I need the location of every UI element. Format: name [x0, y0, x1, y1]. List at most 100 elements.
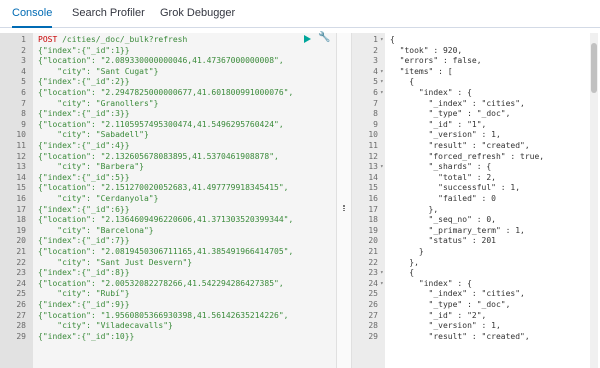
line-number: 8 [373, 109, 378, 119]
line-number: 27 [16, 310, 26, 320]
response-line: 26 "_type" : "_doc", [352, 300, 600, 310]
line-number: 16 [368, 194, 378, 203]
code-text: {"index":{"_id":8}} [38, 268, 130, 278]
code-text: {"index":{"_id":4}} [38, 141, 130, 150]
code-text: { [390, 35, 395, 44]
code-text: "items" : [ [390, 66, 453, 76]
response-line: 21 } [352, 247, 600, 257]
code-text: {"index":{"_id":6}} [38, 204, 130, 214]
code-text: "city": "Rubí"} [38, 289, 130, 299]
line-number: 6 [21, 88, 26, 97]
request-line: 18 {"location": "2.1364609496220606,41.37… [0, 215, 336, 225]
wrench-icon[interactable]: 🔧 [318, 33, 330, 43]
code-text: "city": "Barcelona"} [38, 225, 154, 235]
code-text: }, [390, 204, 439, 214]
response-line: 13 ▾ "_shards" : { [352, 162, 600, 172]
fold-toggle-icon[interactable]: ▾ [380, 67, 384, 77]
request-line: 23 {"index":{"_id":8}} [0, 268, 336, 278]
line-number: 3 [373, 56, 378, 66]
line-number: 22 [16, 257, 26, 267]
line-number: 3 [21, 56, 26, 66]
tab-search-profiler[interactable]: Search Profiler [72, 0, 145, 28]
pane-resizer[interactable] [336, 33, 352, 368]
request-line: 28 "city": "Viladecavalls"} [0, 321, 336, 331]
line-number: 28 [368, 321, 378, 331]
response-line: 9 "_id" : "1", [352, 120, 600, 130]
code-text: {"location": "2.00532082278266,41.542294… [38, 278, 284, 288]
response-line: 8 "_type" : "_doc", [352, 109, 600, 119]
line-number: 5 [373, 77, 378, 87]
request-line: 14 {"index":{"_id":5}} [0, 173, 336, 183]
code-text: "result" : "created", [390, 141, 530, 150]
response-line: 1 ▾ { [352, 35, 600, 45]
request-line: 5 {"index":{"_id":2}} [0, 77, 336, 87]
line-number: 7 [21, 98, 26, 108]
code-text: "_version" : 1, [390, 321, 501, 331]
tab-console[interactable]: Console [12, 0, 53, 28]
line-number: 29 [16, 331, 26, 341]
play-icon[interactable] [304, 35, 311, 43]
line-number: 9 [21, 119, 26, 129]
response-line: 4 ▾ "items" : [ [352, 67, 600, 77]
code-text: {"index":{"_id":2}} [38, 77, 130, 87]
request-line: 9 {"location": "2.1105957495300474,41.549… [0, 120, 336, 130]
line-number: 17 [16, 204, 26, 214]
line-number: 12 [16, 151, 26, 161]
code-text: {"location": "2.132605678083895,41.53704… [38, 151, 279, 161]
line-number: 24 [16, 278, 26, 288]
code-text: "errors" : false, [390, 56, 482, 66]
line-number: 5 [21, 77, 26, 87]
line-number: 7 [373, 98, 378, 108]
fold-toggle-icon[interactable]: ▾ [380, 268, 384, 278]
response-scrollbar[interactable] [590, 33, 598, 368]
line-number: 10 [16, 130, 26, 140]
fold-toggle-icon[interactable]: ▾ [380, 35, 384, 45]
response-line: 11 "result" : "created", [352, 141, 600, 151]
request-line: 8 {"index":{"_id":3}} [0, 109, 336, 119]
code-text: } [390, 247, 424, 256]
code-text: {"location": "2.089330000000046,41.47367… [38, 56, 284, 66]
scrollbar-thumb[interactable] [591, 43, 597, 93]
fold-toggle-icon[interactable]: ▾ [380, 88, 384, 98]
code-text: {"index":{"_id":1}} [38, 45, 130, 55]
request-line: 6 {"location": "2.2947825000000677,41.601… [0, 88, 336, 98]
line-number: 17 [368, 204, 378, 214]
code-text: "index" : { [390, 278, 472, 288]
request-line: 20 {"index":{"_id":7}} [0, 236, 336, 246]
code-text: "_index" : "cities", [390, 98, 525, 108]
fold-toggle-icon[interactable]: ▾ [380, 162, 384, 172]
code-text: "_version" : 1, [390, 130, 501, 140]
code-text: "city": "Granollers"} [38, 98, 159, 108]
response-line: 18 "_seq_no" : 0, [352, 215, 600, 225]
code-text: "total" : 2, [390, 172, 496, 182]
line-number: 18 [16, 215, 26, 225]
line-number: 21 [368, 247, 378, 256]
line-number: 13 [368, 162, 378, 172]
response-line: 15 "successful" : 1, [352, 183, 600, 193]
line-number: 18 [368, 215, 378, 225]
http-method: POST [38, 35, 58, 44]
code-text: "city": "Cerdanyola"} [38, 194, 159, 203]
response-line: 3 "errors" : false, [352, 56, 600, 66]
code-text: { [390, 77, 415, 87]
code-text: "index" : { [390, 88, 472, 97]
tab-grok-debugger[interactable]: Grok Debugger [160, 0, 235, 28]
line-number: 19 [16, 225, 26, 235]
code-text: {"location": "1.9560805366930398,41.5614… [38, 310, 289, 320]
request-line: 21 {"location": "2.0819450306711165,41.38… [0, 247, 336, 257]
line-number: 9 [373, 119, 378, 129]
fold-toggle-icon[interactable]: ▾ [380, 77, 384, 87]
response-line: 10 "_version" : 1, [352, 130, 600, 140]
request-editor[interactable]: 1 POST /cities/_doc/_bulk?refresh 2 {"index… [0, 33, 336, 368]
request-url: /cities/_doc/_bulk?refresh [57, 35, 188, 44]
response-line: 27 "_id" : "2", [352, 311, 600, 321]
line-number: 23 [368, 268, 378, 278]
response-line: 17 }, [352, 205, 600, 215]
fold-toggle-icon[interactable]: ▾ [380, 279, 384, 289]
code-text: {"location": "2.0819450306711165,41.3854… [38, 247, 294, 256]
code-text: "city": "Viladecavalls"} [38, 321, 173, 331]
line-number: 2 [373, 45, 378, 55]
line-number: 1 [21, 35, 26, 44]
response-line: 14 "total" : 2, [352, 173, 600, 183]
line-number: 15 [16, 183, 26, 193]
